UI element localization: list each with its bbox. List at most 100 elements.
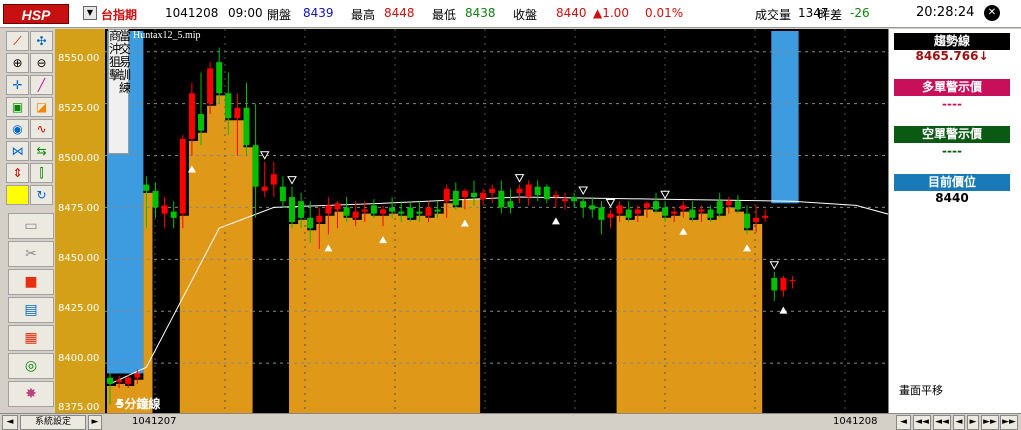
- binoculars-icon[interactable]: ◎: [8, 353, 54, 379]
- candle-body: [107, 377, 113, 384]
- zigzag-icon[interactable]: ⋈: [6, 141, 29, 161]
- candle-body: [671, 211, 678, 214]
- nav-fast-back-icon[interactable]: ◄◄: [913, 415, 931, 430]
- sell-signal-icon: [514, 174, 525, 183]
- lock-icon[interactable]: ▣: [6, 97, 29, 117]
- candle-body: [698, 209, 705, 212]
- candle-body: [389, 207, 396, 212]
- pencil-icon[interactable]: ╱: [30, 75, 53, 95]
- wave-icon[interactable]: ∿: [30, 119, 53, 139]
- long-alert-header: 多單警示價: [894, 79, 1010, 96]
- candle-body: [407, 207, 414, 218]
- candle-body: [216, 62, 223, 94]
- folder-icon[interactable]: ▭: [8, 213, 54, 239]
- candle-body: [298, 201, 305, 218]
- sell-signal-icon: [287, 176, 297, 185]
- nav-fast-forward-icon[interactable]: ►►: [1000, 415, 1018, 430]
- y-tick-label: 8525.00: [58, 103, 100, 114]
- scroll-left-icon[interactable]: ◄: [2, 415, 18, 430]
- zoom-out-icon[interactable]: ⊖: [30, 53, 53, 73]
- short-alert-header: 空單警示價: [894, 126, 1010, 143]
- candle-body: [116, 379, 123, 382]
- candle-body: [489, 188, 496, 193]
- close-icon[interactable]: ✕: [984, 5, 1000, 21]
- y-tick-label: 8425.00: [58, 303, 100, 314]
- candle-body: [143, 184, 150, 191]
- candlestick-chart[interactable]: [105, 29, 888, 413]
- candle-body: [643, 203, 650, 208]
- settings-button[interactable]: 系統設定: [20, 415, 86, 430]
- candle-body: [571, 197, 578, 202]
- candle-body: [662, 207, 669, 216]
- symbol-name[interactable]: 台指期: [101, 6, 137, 23]
- change-value: ▲1.00: [593, 6, 629, 20]
- refresh-icon[interactable]: ↻: [30, 185, 53, 205]
- diff-label: 昨差: [818, 8, 843, 22]
- candle-body: [480, 192, 487, 200]
- up-down-arrow-icon[interactable]: ⇕: [6, 163, 29, 183]
- long-alert-value: ----: [942, 97, 962, 111]
- color-box-icon[interactable]: [6, 185, 29, 205]
- highlight-icon[interactable]: ◪: [30, 97, 53, 117]
- candle-icon[interactable]: ⫿: [30, 163, 53, 183]
- strategy-tab[interactable]: 商沖狙擊 當交易訓練: [108, 29, 131, 154]
- strategy-tab-col1: 商沖狙擊: [109, 29, 122, 82]
- candle-body: [744, 213, 750, 229]
- candle-body: [279, 186, 286, 202]
- arrows-icon[interactable]: ⇆: [30, 141, 53, 161]
- candle-body: [771, 278, 778, 291]
- hsp-logo: HSP: [3, 4, 69, 24]
- trend-header: 趨勢線: [894, 33, 1010, 50]
- candle-body: [707, 209, 714, 218]
- short-alert-value: ----: [942, 144, 962, 158]
- candle-body: [252, 145, 259, 187]
- sell-signal-icon: [605, 199, 616, 208]
- info-panel: 趨勢線 8465.766↓ 多單警示價 ---- 空單警示價 ---- 目前價位…: [888, 29, 1021, 413]
- y-tick-label: 8475.00: [58, 203, 100, 214]
- close-label: 收盤: [513, 8, 538, 22]
- buy-signal-icon: [779, 306, 788, 314]
- nav-next-icon[interactable]: ►: [967, 415, 979, 430]
- nav-first-icon[interactable]: ◄: [896, 415, 911, 430]
- candle-body: [580, 201, 587, 208]
- stop-icon[interactable]: ■: [8, 269, 54, 295]
- candle-body: [125, 377, 132, 384]
- high-label: 最高: [351, 8, 376, 22]
- candle-body: [507, 201, 514, 208]
- sell-signal-icon: [769, 261, 780, 270]
- candle-body: [543, 186, 550, 200]
- y-tick-label: 8400.00: [58, 353, 100, 364]
- symbol-dropdown-icon[interactable]: ▼: [83, 6, 97, 20]
- left-date: 1041207: [132, 416, 177, 427]
- trend-line-icon[interactable]: ⟋: [6, 31, 29, 51]
- crosshair-icon[interactable]: ✛: [6, 75, 29, 95]
- window-icon[interactable]: ▤: [8, 297, 54, 323]
- nav-back-icon[interactable]: ◄◄: [933, 415, 951, 430]
- y-tick-label: 8450.00: [58, 253, 100, 264]
- nav-prev-icon[interactable]: ◄: [953, 415, 965, 430]
- candle-body: [270, 174, 277, 185]
- grid-icon[interactable]: ▦: [8, 325, 54, 351]
- open-value: 8439: [303, 6, 334, 20]
- blue-zone: [771, 31, 799, 204]
- orange-zone: [616, 207, 763, 413]
- candle-body: [179, 138, 186, 214]
- zoom-in-icon[interactable]: ⊕: [6, 53, 29, 73]
- sell-signal-icon: [578, 186, 589, 196]
- explode-icon[interactable]: ✸: [8, 381, 54, 407]
- candle-body: [625, 209, 632, 218]
- cursor-icon[interactable]: ✣: [30, 31, 53, 51]
- gauge-icon[interactable]: ◉: [6, 119, 29, 139]
- candle-body: [361, 209, 368, 212]
- scroll-right-icon[interactable]: ►: [88, 415, 102, 430]
- candle-body: [516, 188, 523, 193]
- candle-body: [152, 190, 159, 208]
- candle-body: [416, 211, 423, 214]
- quote-bar: HSP ▼ 台指期 1041208 09:00 開盤 8439 最高 8448 …: [0, 0, 1021, 28]
- nav-forward-icon[interactable]: ►►: [981, 415, 999, 430]
- orange-zone: [289, 199, 481, 413]
- scissors-icon[interactable]: ✂: [8, 241, 54, 267]
- candle-body: [243, 107, 250, 146]
- candle-body: [334, 203, 341, 210]
- indicator-filename: Huntax12_5.mip: [133, 30, 201, 41]
